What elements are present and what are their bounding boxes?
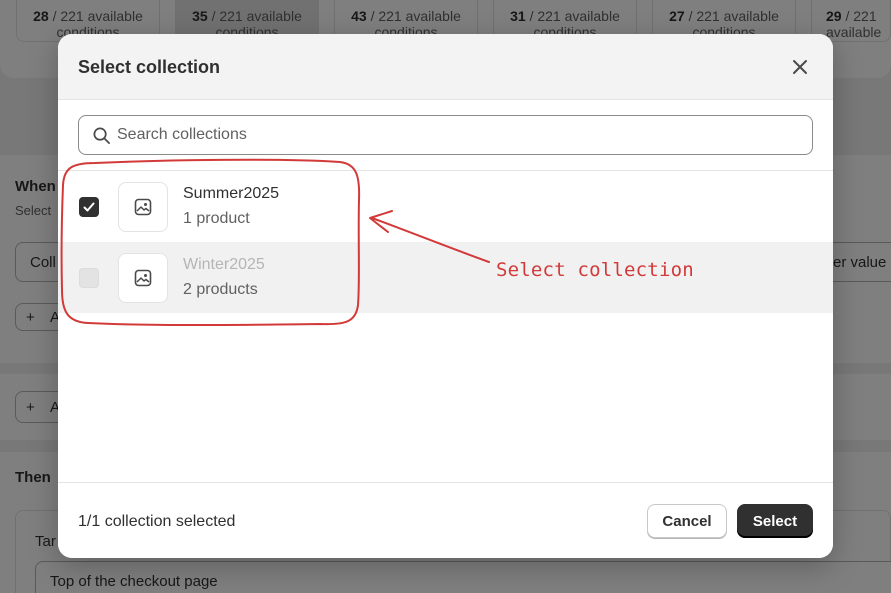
collection-product-count: 2 products (183, 281, 258, 298)
checkbox-disabled (79, 268, 99, 288)
close-button[interactable] (787, 54, 813, 80)
select-collection-modal: Select collection Summer2025 1 product W… (58, 34, 833, 558)
close-icon (793, 60, 807, 74)
search-input[interactable] (117, 116, 807, 154)
image-icon (134, 198, 152, 216)
list-item[interactable]: Summer2025 1 product (58, 171, 833, 242)
modal-title: Select collection (78, 57, 221, 77)
collection-thumbnail (118, 182, 168, 232)
modal-header: Select collection (58, 34, 833, 100)
selection-status: 1/1 collection selected (78, 513, 236, 530)
checkmark-icon (83, 202, 95, 212)
collection-name: Winter2025 (183, 256, 265, 273)
collection-product-count: 1 product (183, 210, 250, 227)
search-field[interactable] (78, 115, 813, 155)
search-icon (93, 127, 110, 144)
image-icon (134, 269, 152, 287)
modal-footer: 1/1 collection selected Cancel Select (58, 482, 833, 558)
list-item: Winter2025 2 products (58, 242, 833, 313)
collection-name: Summer2025 (183, 185, 280, 202)
select-button[interactable]: Select (737, 504, 813, 538)
annotation-label: Select collection (496, 259, 694, 281)
cancel-button[interactable]: Cancel (647, 504, 727, 538)
checkbox-checked[interactable] (79, 197, 99, 217)
collection-thumbnail (118, 253, 168, 303)
